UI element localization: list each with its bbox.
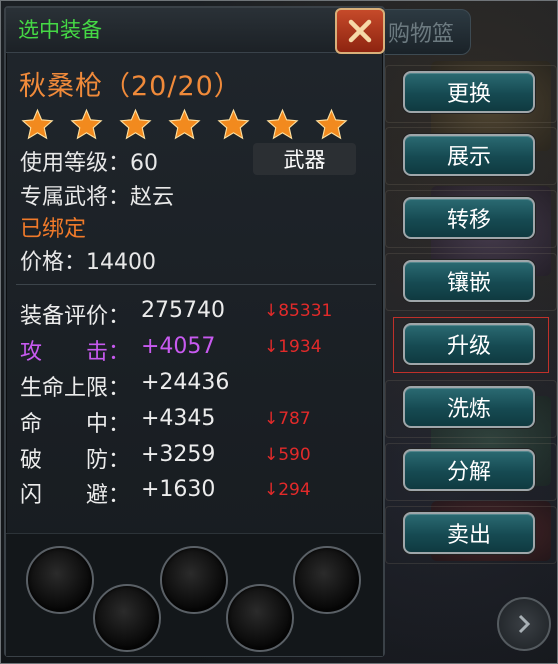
show-button[interactable]: 展示 bbox=[403, 134, 535, 176]
stat-decrease: ↓1934 bbox=[264, 337, 322, 357]
chevron-right-icon bbox=[518, 614, 531, 634]
stat-value: +3259 bbox=[141, 442, 216, 467]
refine-button[interactable]: 洗炼 bbox=[403, 386, 535, 428]
stat-value: +1630 bbox=[141, 477, 216, 502]
close-x-icon bbox=[348, 19, 372, 43]
star-icon bbox=[217, 108, 250, 140]
bound-status: 已绑定 bbox=[20, 217, 87, 242]
next-page-button[interactable] bbox=[497, 597, 551, 651]
stat-value: +4057 bbox=[141, 334, 216, 359]
gem-socket[interactable] bbox=[26, 546, 94, 614]
stat-label: 生命上限： bbox=[20, 376, 131, 401]
star-icon bbox=[21, 108, 54, 140]
close-button[interactable] bbox=[335, 8, 385, 54]
sell-button[interactable]: 卖出 bbox=[403, 512, 535, 554]
stat-value: 275740 bbox=[141, 298, 225, 323]
stat-decrease: ↓787 bbox=[264, 409, 311, 429]
star-icon bbox=[119, 108, 152, 140]
stat-label: 装备评价： bbox=[20, 304, 131, 329]
stat-value: +4345 bbox=[141, 406, 216, 431]
gem-socket[interactable] bbox=[293, 546, 361, 614]
game-screen: 购物篮 更换 展示 转移 镶嵌 升级 洗炼 分解 卖出 选中装备 秋桑枪（20/… bbox=[0, 0, 558, 664]
gem-socket[interactable] bbox=[93, 584, 161, 652]
stat-label: 攻 击： bbox=[20, 340, 131, 365]
exclusive-general: 专属武将：赵云 bbox=[20, 185, 175, 210]
upgrade-button[interactable]: 升级 bbox=[403, 323, 535, 365]
equipment-detail-panel: 选中装备 秋桑枪（20/20） 使用等级：60 武器 专属武将：赵云 已绑定 价… bbox=[4, 6, 385, 657]
stat-label: 破 防： bbox=[20, 448, 131, 473]
stat-label: 闪 避： bbox=[20, 483, 131, 508]
stat-decrease: ↓294 bbox=[264, 480, 311, 500]
star-icon bbox=[70, 108, 103, 140]
dismantle-button[interactable]: 分解 bbox=[403, 449, 535, 491]
panel-header: 选中装备 bbox=[6, 8, 383, 53]
required-level: 使用等级：60 bbox=[20, 151, 158, 176]
item-type-badge: 武器 bbox=[253, 143, 356, 175]
inlay-button[interactable]: 镶嵌 bbox=[403, 260, 535, 302]
transfer-button[interactable]: 转移 bbox=[403, 197, 535, 239]
star-rating bbox=[20, 108, 349, 141]
star-icon bbox=[266, 108, 299, 140]
item-name: 秋桑枪（20/20） bbox=[19, 71, 242, 102]
socket-area bbox=[6, 533, 383, 656]
gem-socket[interactable] bbox=[160, 546, 228, 614]
stat-decrease: ↓590 bbox=[264, 445, 311, 465]
star-icon bbox=[168, 108, 201, 140]
panel-title: 选中装备 bbox=[18, 18, 102, 42]
stat-decrease: ↓85331 bbox=[264, 301, 333, 321]
stat-value: +24436 bbox=[141, 370, 230, 395]
replace-button[interactable]: 更换 bbox=[403, 71, 535, 113]
item-price: 价格：14400 bbox=[20, 250, 156, 275]
gem-socket[interactable] bbox=[226, 584, 294, 652]
divider bbox=[16, 284, 376, 285]
stat-label: 命 中： bbox=[20, 412, 131, 437]
star-icon bbox=[315, 108, 348, 140]
